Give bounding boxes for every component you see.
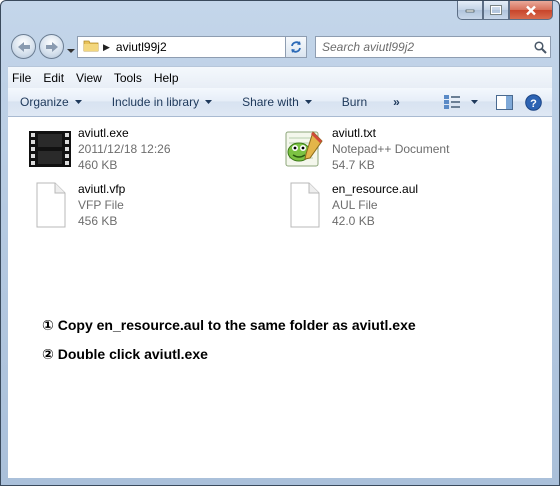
file-item-aviutl-txt[interactable]: aviutl.txt Notepad++ Document 54.7 KB [282,125,449,173]
navigation-bar: ▶ aviutl99j2 Search aviutl99j2 [1,32,559,62]
file-name: aviutl.vfp [78,182,126,196]
file-type: Notepad++ Document [332,142,450,156]
address-path[interactable]: aviutl99j2 [116,40,290,54]
command-bar: Organize Include in library Share with B… [8,88,552,117]
instruction-step-2: ② Double click aviutl.exe [42,346,208,362]
file-type: AUL File [332,198,378,212]
arrow-right-icon [45,41,58,52]
file-type: VFP File [78,198,124,212]
back-button[interactable] [11,34,36,59]
caption-buttons [457,1,553,21]
include-in-library-button[interactable]: Include in library [90,88,220,116]
organize-button[interactable]: Organize [8,88,90,116]
file-size: 456 KB [78,214,118,228]
include-in-library-label: Include in library [111,95,200,109]
file-item-en-resource-aul[interactable]: en_resource.aul AUL File 42.0 KB [282,181,418,229]
file-date: 2011/12/18 12:26 [78,142,171,156]
recent-pages-button[interactable] [67,41,75,59]
chevron-down-icon [74,99,82,104]
minimize-icon [465,9,475,13]
burn-button[interactable]: Burn [320,88,375,116]
menu-file[interactable]: File [8,71,37,85]
chevron-down-icon [471,99,478,104]
svg-text:?: ? [530,98,537,110]
forward-button[interactable] [39,34,64,59]
preview-pane-icon [496,94,513,110]
more-commands-label: » [393,95,400,109]
file-name: en_resource.aul [332,182,419,196]
search-box[interactable]: Search aviutl99j2 [315,36,551,58]
menu-bar: File Edit View Tools Help [8,66,552,88]
more-commands-button[interactable]: » [375,88,410,116]
file-size: 54.7 KB [332,158,375,172]
organize-label: Organize [20,95,69,109]
view-details-icon [444,95,460,109]
share-with-button[interactable]: Share with [220,88,320,116]
menu-help[interactable]: Help [148,71,185,85]
file-size: 42.0 KB [332,214,375,228]
help-icon: ? [525,93,542,111]
address-bar[interactable]: ▶ aviutl99j2 [77,36,307,58]
notepadpp-icon [282,125,326,173]
breadcrumb-separator-icon[interactable]: ▶ [103,42,110,53]
chevron-down-icon [205,99,213,104]
explorer-window: ▶ aviutl99j2 Search aviutl99j2 File Edit… [0,0,560,486]
blank-file-icon [28,181,72,229]
film-strip-icon [28,125,72,173]
search-icon[interactable] [530,40,550,54]
menu-edit[interactable]: Edit [37,71,70,85]
close-icon [526,5,536,15]
search-input[interactable]: Search aviutl99j2 [316,40,530,54]
refresh-icon [291,41,301,53]
file-item-aviutl-vfp[interactable]: aviutl.vfp VFP File 456 KB [28,181,125,229]
file-name: aviutl.txt [332,126,377,140]
chevron-down-icon [67,49,75,53]
file-name: aviutl.exe [78,126,129,140]
close-button[interactable] [509,1,553,20]
folder-icon [83,38,99,57]
file-item-aviutl-exe[interactable]: aviutl.exe 2011/12/18 12:26 460 KB [28,125,171,173]
file-size: 460 KB [78,158,118,172]
file-list: aviutl.exe 2011/12/18 12:26 460 KB aviut… [8,117,552,478]
preview-pane-button[interactable] [482,88,523,116]
minimize-button[interactable] [457,1,483,20]
blank-file-icon [282,181,326,229]
menu-view[interactable]: View [70,71,108,85]
maximize-button[interactable] [483,1,509,20]
instruction-step-1: ① Copy en_resource.aul to the same folde… [42,317,416,333]
arrow-left-icon [17,41,30,52]
maximize-icon [490,5,502,15]
refresh-button[interactable] [285,36,307,58]
chevron-down-icon [304,99,312,104]
menu-tools[interactable]: Tools [108,71,148,85]
change-view-button[interactable] [435,88,482,116]
burn-label: Burn [341,95,368,109]
help-button[interactable]: ? [523,88,552,116]
share-with-label: Share with [242,95,299,109]
